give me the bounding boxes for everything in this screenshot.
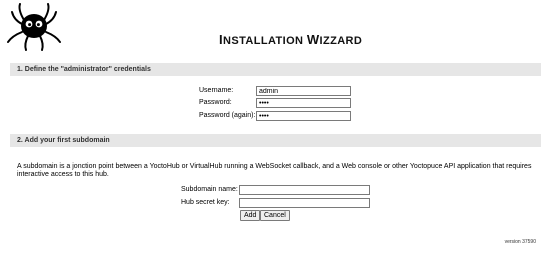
password-again-label: Password (again): [199, 112, 256, 119]
secret-key-input[interactable] [239, 198, 370, 208]
add-button[interactable]: Add [240, 210, 261, 221]
section-subdomain-heading: 2. Add your first subdomain [10, 134, 541, 147]
section-credentials-heading: 1. Define the "administrator" credential… [10, 63, 541, 76]
subdomain-label: Subdomain name: [181, 186, 238, 193]
octopus-logo-icon [7, 3, 61, 51]
secret-key-label: Hub secret key: [181, 199, 230, 206]
password-input[interactable] [256, 98, 351, 108]
subdomain-input[interactable] [239, 185, 370, 195]
page-title: INSTALLATION WIZZARD [219, 32, 363, 47]
subdomain-description: A subdomain is a jonction point between … [17, 163, 532, 178]
password-label: Password: [199, 99, 232, 106]
username-input[interactable] [256, 86, 351, 96]
password-again-input[interactable] [256, 111, 351, 121]
username-label: Username: [199, 87, 234, 94]
version-label: version 37590 [504, 239, 536, 245]
cancel-button[interactable]: Cancel [260, 210, 290, 221]
